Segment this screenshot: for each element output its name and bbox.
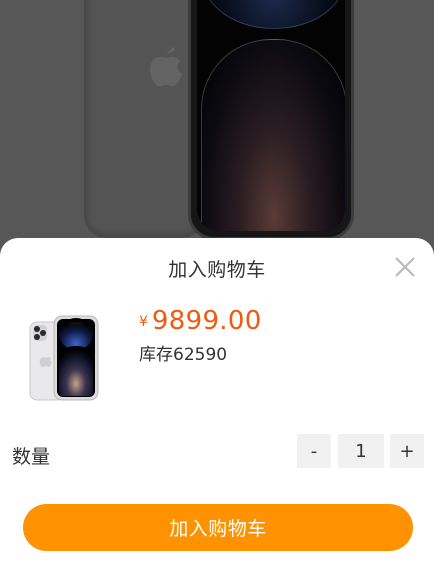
add-to-cart-sheet: 加入购物车 ¥9899.00 库存62590 数量 - 1 + 加入购物车 <box>0 238 434 564</box>
quantity-increment-button[interactable]: + <box>390 434 424 468</box>
add-to-cart-button[interactable]: 加入购物车 <box>23 504 413 551</box>
quantity-decrement-button[interactable]: - <box>297 434 331 468</box>
sheet-title: 加入购物车 <box>168 259 266 281</box>
quantity-label: 数量 <box>12 446 51 468</box>
currency-symbol: ¥ <box>139 314 148 330</box>
phone-back-image <box>84 0 204 238</box>
quantity-value[interactable]: 1 <box>338 434 384 468</box>
price: ¥9899.00 <box>139 306 262 336</box>
stock-text: 库存62590 <box>139 345 228 365</box>
product-thumbnail <box>29 315 99 401</box>
close-icon[interactable] <box>392 254 418 280</box>
phone-front-image <box>188 0 354 240</box>
apple-logo-icon <box>150 47 182 87</box>
price-value: 9899.00 <box>151 306 262 336</box>
